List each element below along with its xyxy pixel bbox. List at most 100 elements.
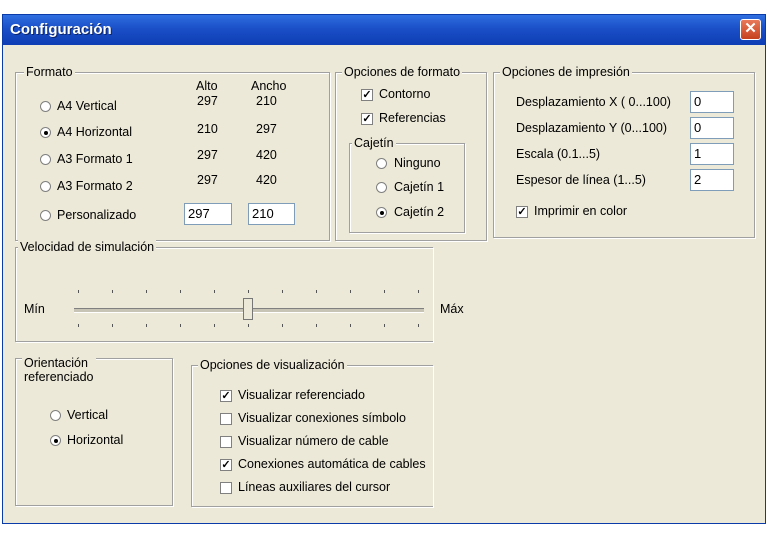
cajetin-1-radio[interactable]	[376, 182, 387, 193]
a4-horizontal-label: A4 Horizontal	[57, 125, 133, 139]
orientacion-group: Orientación referenciado Vertical Horizo…	[15, 356, 173, 506]
close-icon: ✕	[744, 20, 757, 37]
opciones-formato-group: Opciones de formato ✓ Contorno ✓ Referen…	[335, 65, 487, 241]
a3-formato-2-label: A3 Formato 2	[57, 179, 133, 193]
espesor-input[interactable]: 2	[690, 169, 734, 191]
a4-vertical-label: A4 Vertical	[57, 99, 117, 113]
close-button[interactable]: ✕	[740, 19, 761, 40]
personalizado-label: Personalizado	[57, 208, 137, 222]
velocidad-tick	[418, 290, 419, 293]
contorno-checkbox[interactable]: ✓	[361, 89, 373, 101]
a3-formato-2-radio[interactable]	[40, 181, 51, 192]
title-bar[interactable]: Configuración ✕	[3, 15, 765, 45]
velocidad-tick	[112, 324, 113, 327]
velocidad-tick	[214, 324, 215, 327]
formato-group: Formato Alto Ancho A4 Vertical 297 210 A…	[15, 65, 330, 241]
orientacion-horizontal-radio[interactable]	[50, 435, 61, 446]
velocidad-tick	[350, 324, 351, 327]
velocidad-min-label: Mín	[24, 302, 45, 316]
velocidad-max-label: Máx	[440, 302, 464, 316]
a4-vertical-radio[interactable]	[40, 101, 51, 112]
velocidad-tick	[180, 290, 181, 293]
desplazamiento-x-label: Desplazamiento X ( 0...100)	[516, 95, 671, 109]
velocidad-tick	[350, 290, 351, 293]
referencias-checkbox[interactable]: ✓	[361, 113, 373, 125]
orientacion-legend: Orientación referenciado	[22, 356, 96, 384]
cajetin-1-label: Cajetín 1	[394, 180, 445, 194]
lineas-auxiliares-checkbox[interactable]	[220, 482, 232, 494]
velocidad-tick	[418, 324, 419, 327]
opciones-impresion-group: Opciones de impresión Desplazamiento X (…	[493, 65, 755, 238]
ninguno-radio[interactable]	[376, 158, 387, 169]
desplazamiento-y-input[interactable]: 0	[690, 117, 734, 139]
escala-input[interactable]: 1	[690, 143, 734, 165]
desplazamiento-x-input[interactable]: 0	[690, 91, 734, 113]
orientacion-legend-line1: Orientación	[24, 356, 88, 370]
lineas-auxiliares-label: Líneas auxiliares del cursor	[238, 480, 391, 494]
visualizacion-legend: Opciones de visualización	[198, 358, 347, 372]
velocidad-tick	[316, 324, 317, 327]
velocidad-tick	[316, 290, 317, 293]
orientacion-legend-line2: referenciado	[24, 370, 94, 384]
a3-formato-2-ancho: 420	[256, 173, 277, 187]
a4-horizontal-radio[interactable]	[40, 127, 51, 138]
alto-header: Alto	[196, 79, 218, 93]
personalizado-alto-input[interactable]: 297	[184, 203, 232, 225]
a3-formato-1-radio[interactable]	[40, 154, 51, 165]
a4-vertical-ancho: 210	[256, 94, 277, 108]
velocidad-tick	[78, 324, 79, 327]
velocidad-slider-thumb[interactable]	[243, 298, 253, 320]
imprimir-color-label: Imprimir en color	[534, 204, 628, 218]
a3-formato-2-alto: 297	[197, 173, 218, 187]
visualizar-conexiones-simbolo-checkbox[interactable]	[220, 413, 232, 425]
visualizar-numero-cable-checkbox[interactable]	[220, 436, 232, 448]
velocidad-tick	[384, 290, 385, 293]
cajetin-2-radio[interactable]	[376, 207, 387, 218]
visualizar-referenciado-checkbox[interactable]: ✓	[220, 390, 232, 402]
conexiones-automatica-label: Conexiones automática de cables	[238, 457, 426, 471]
imprimir-color-checkbox[interactable]: ✓	[516, 206, 528, 218]
velocidad-tick	[146, 324, 147, 327]
formato-legend: Formato	[24, 65, 75, 79]
window-title: Configuración	[10, 21, 112, 38]
espesor-label: Espesor de línea (1...5)	[516, 173, 646, 187]
velocidad-tick	[180, 324, 181, 327]
a3-formato-1-label: A3 Formato 1	[57, 152, 133, 166]
velocidad-tick	[214, 290, 215, 293]
a4-horizontal-alto: 210	[197, 122, 218, 136]
a3-formato-1-alto: 297	[197, 148, 218, 162]
desplazamiento-y-label: Desplazamiento Y (0...100)	[516, 121, 668, 135]
velocidad-tick	[78, 290, 79, 293]
velocidad-tick	[282, 324, 283, 327]
conexiones-automatica-checkbox[interactable]: ✓	[220, 459, 232, 471]
personalizado-radio[interactable]	[40, 210, 51, 221]
personalizado-ancho-input[interactable]: 210	[248, 203, 295, 225]
orientacion-horizontal-label: Horizontal	[67, 433, 124, 447]
cajetin-group: Cajetín Ninguno Cajetín 1 Cajetín 2	[349, 136, 465, 233]
opciones-impresion-legend: Opciones de impresión	[500, 65, 632, 79]
orientacion-vertical-radio[interactable]	[50, 410, 61, 421]
contorno-label: Contorno	[379, 87, 431, 101]
a4-vertical-alto: 297	[197, 94, 218, 108]
velocidad-tick	[112, 290, 113, 293]
velocidad-tick	[248, 324, 249, 327]
velocidad-tick	[146, 290, 147, 293]
ancho-header: Ancho	[251, 79, 287, 93]
velocidad-legend: Velocidad de simulación	[18, 240, 157, 254]
velocidad-tick	[282, 290, 283, 293]
cajetin-2-label: Cajetín 2	[394, 205, 445, 219]
orientacion-vertical-label: Vertical	[67, 408, 108, 422]
velocidad-group: Velocidad de simulación Mín	[15, 240, 433, 342]
configuracion-dialog: Configuración ✕ Formato Alto Ancho A4 Ve…	[2, 14, 766, 524]
ninguno-label: Ninguno	[394, 156, 441, 170]
visualizar-conexiones-simbolo-label: Visualizar conexiones símbolo	[238, 411, 406, 425]
visualizacion-group: Opciones de visualización ✓ Visualizar r…	[191, 358, 433, 507]
referencias-label: Referencias	[379, 111, 446, 125]
visualizar-numero-cable-label: Visualizar número de cable	[238, 434, 389, 448]
velocidad-tick	[384, 324, 385, 327]
cajetin-legend: Cajetín	[352, 136, 396, 150]
a4-horizontal-ancho: 297	[256, 122, 277, 136]
visualizar-referenciado-label: Visualizar referenciado	[238, 388, 365, 402]
escala-label: Escala (0.1...5)	[516, 147, 601, 161]
opciones-formato-legend: Opciones de formato	[342, 65, 463, 79]
